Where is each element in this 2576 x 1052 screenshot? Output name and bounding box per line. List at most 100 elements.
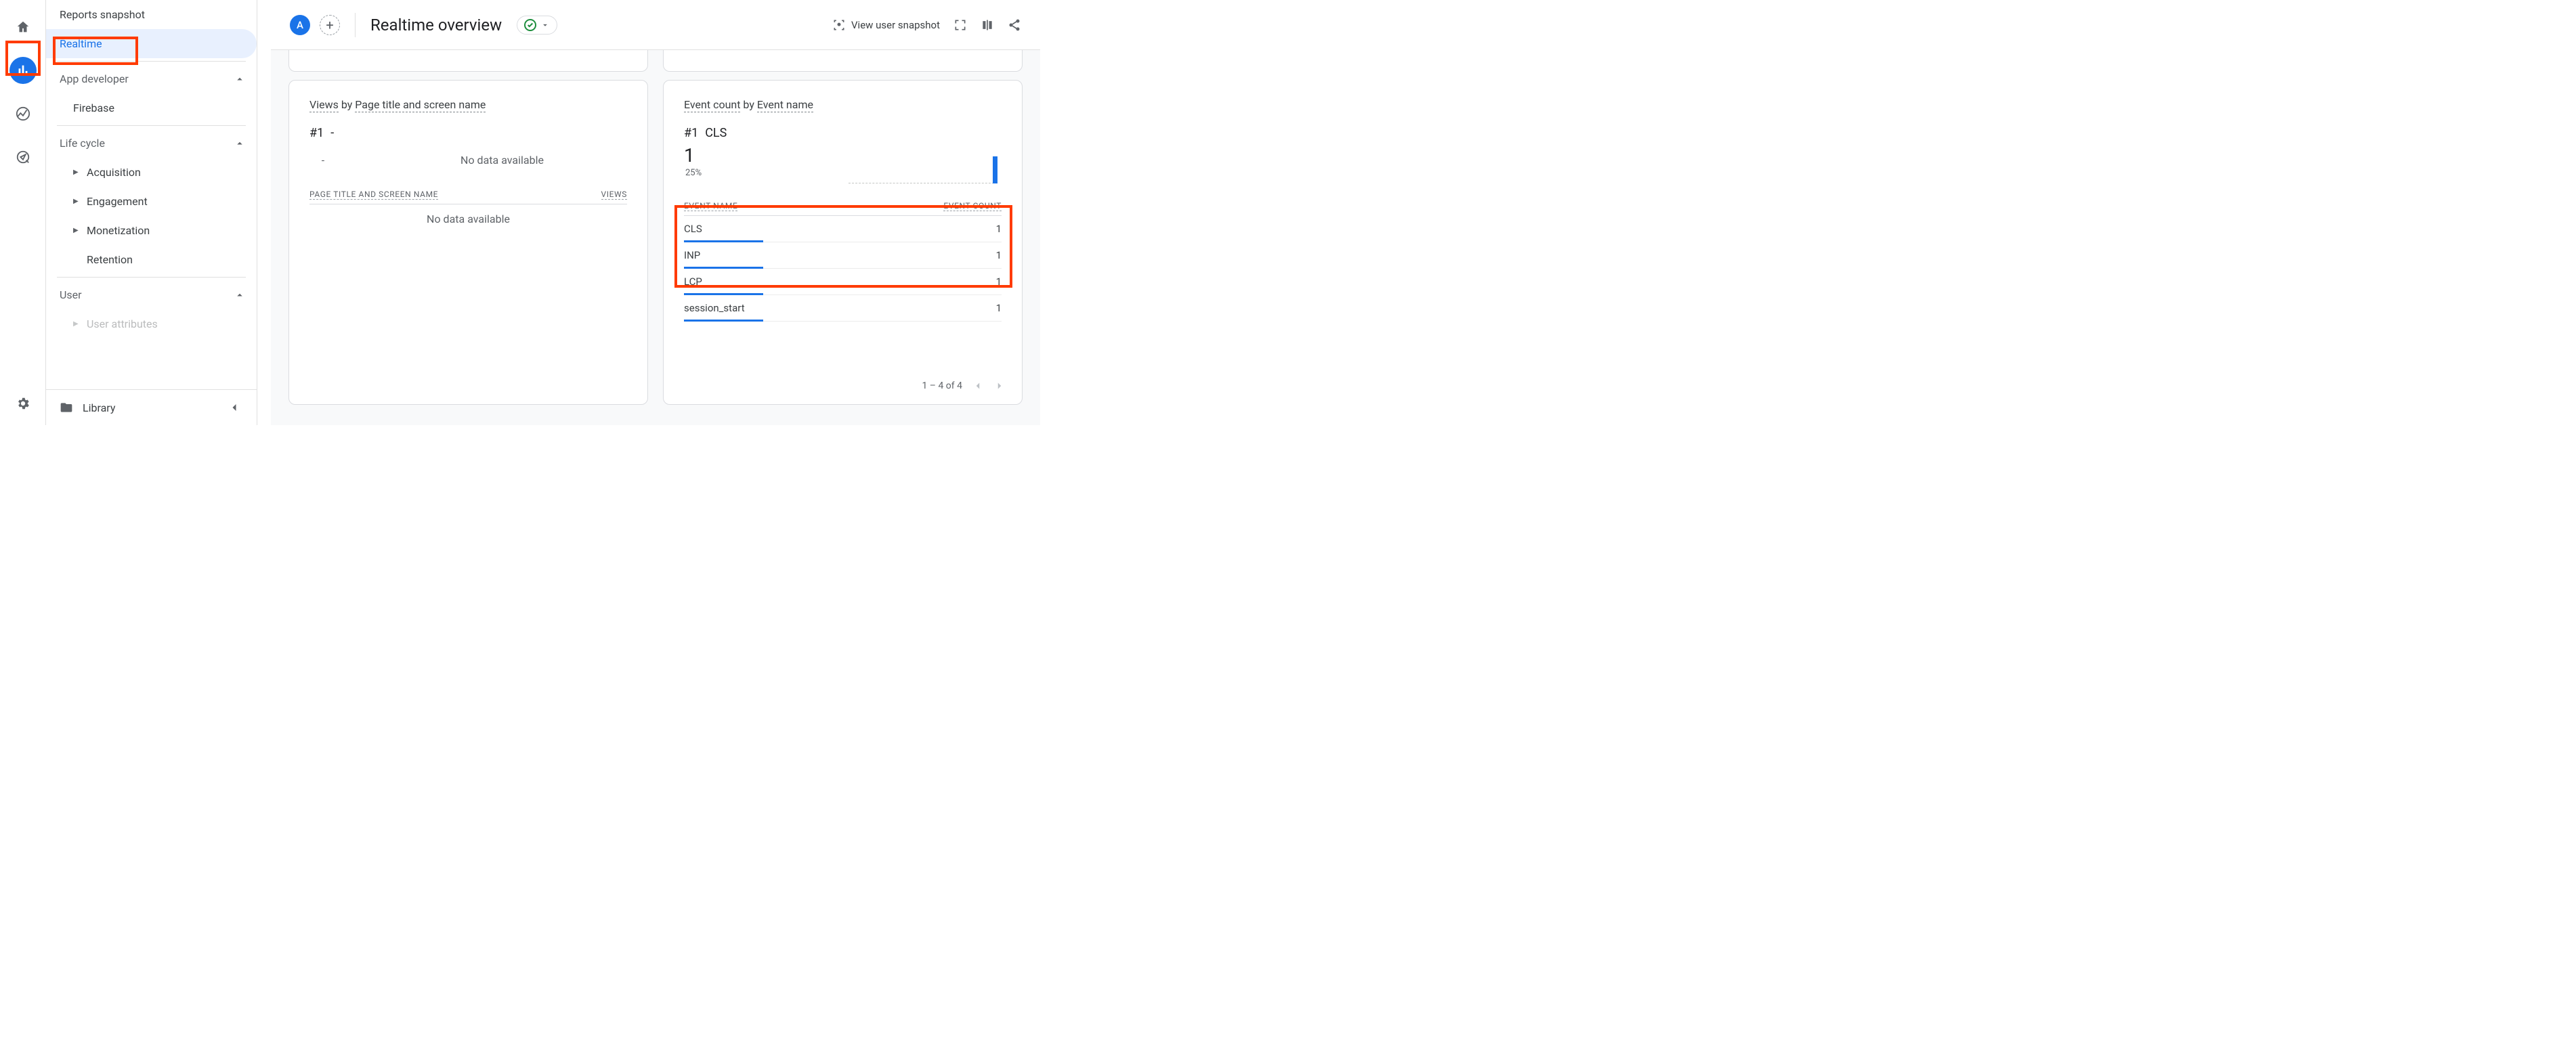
chevron-left-icon[interactable]: [972, 380, 984, 392]
card-title: Views by Page title and screen name: [309, 98, 627, 111]
section-label: User: [60, 288, 82, 301]
share-button[interactable]: [1008, 18, 1021, 32]
divider: [355, 13, 356, 37]
caret-right-icon: ▶: [73, 169, 80, 176]
table-col-header: EVENT COUNT: [943, 201, 1002, 211]
views-table: PAGE TITLE AND SCREEN NAME VIEWS No data…: [309, 185, 627, 238]
status-dropdown[interactable]: [517, 16, 557, 35]
event-name: CLS: [684, 223, 702, 235]
sidebar-item-retention[interactable]: ▶ Retention: [46, 245, 257, 274]
folder-icon: [60, 401, 73, 414]
nav-rail: [0, 0, 46, 425]
chevron-up-icon: [234, 73, 246, 85]
title-joiner: by: [341, 98, 355, 111]
sidebar-item-label: Engagement: [87, 195, 148, 208]
event-count: 1: [996, 302, 1002, 314]
reports-icon[interactable]: [9, 57, 37, 84]
chevron-up-icon: [234, 137, 246, 150]
caret-right-icon: ▶: [73, 320, 80, 328]
rank-value: CLS: [705, 126, 727, 140]
card-row-stubs: [271, 50, 1040, 80]
plus-icon: +: [326, 17, 333, 33]
compare-icon: [981, 18, 994, 32]
compare-button[interactable]: [981, 18, 994, 32]
no-data-message: No data available: [309, 204, 627, 238]
explore-icon[interactable]: [9, 100, 37, 127]
main-content: A + Realtime overview View user snapshot: [271, 0, 1040, 425]
table-row[interactable]: session_start1: [684, 295, 1002, 322]
sidebar-item-label: User attributes: [87, 317, 158, 330]
sidebar-item-acquisition[interactable]: ▶ Acquisition: [46, 158, 257, 187]
segment-chip[interactable]: A: [290, 15, 310, 35]
dimension-name[interactable]: Event name: [757, 98, 813, 112]
event-name: LCP: [684, 276, 702, 288]
sidebar-item-monetization[interactable]: ▶ Monetization: [46, 216, 257, 245]
pager-label: 1 – 4 of 4: [922, 380, 962, 391]
sidebar-item-firebase[interactable]: Firebase: [46, 93, 257, 123]
reports-sidebar: Reports snapshot Realtime App developer …: [46, 0, 257, 425]
sidebar-item-label: Reports snapshot: [60, 8, 145, 21]
event-count: 1: [996, 223, 1002, 235]
button-label: View user snapshot: [851, 19, 940, 31]
divider: [57, 61, 246, 62]
page-title: Realtime overview: [370, 16, 502, 35]
sidebar-item-label: Monetization: [87, 224, 150, 237]
chevron-up-icon: [234, 289, 246, 301]
sub-dash: -: [309, 154, 337, 167]
topbar: A + Realtime overview View user snapshot: [271, 0, 1040, 50]
pager: 1 – 4 of 4: [664, 368, 1022, 404]
section-label: Life cycle: [60, 137, 105, 150]
caret-right-icon: ▶: [73, 227, 80, 234]
settings-icon[interactable]: [9, 390, 37, 417]
section-app-developer[interactable]: App developer: [46, 64, 257, 93]
title-joiner: by: [743, 98, 756, 111]
table-row[interactable]: CLS 1: [684, 216, 1002, 242]
home-icon[interactable]: [9, 14, 37, 41]
event-count: 1: [996, 249, 1002, 261]
collapse-sidebar-button[interactable]: [221, 394, 248, 421]
add-comparison-button[interactable]: +: [320, 15, 340, 35]
section-user[interactable]: User: [46, 280, 257, 309]
user-focus-icon: [832, 18, 846, 32]
chevron-right-icon[interactable]: [993, 380, 1006, 392]
share-icon: [1008, 18, 1021, 32]
rank-label: #1: [684, 126, 698, 140]
sidebar-item-engagement[interactable]: ▶ Engagement: [46, 187, 257, 216]
rank-value: -: [330, 126, 334, 140]
metric-name[interactable]: Event count: [684, 98, 740, 112]
table-col-header: EVENT NAME: [684, 201, 737, 211]
card-stub: [663, 50, 1023, 72]
sidebar-item-realtime[interactable]: Realtime: [46, 29, 257, 58]
rank-row: #1 -: [309, 126, 627, 140]
dimension-name[interactable]: Page title and screen name: [355, 98, 486, 112]
metric-name[interactable]: Views: [309, 98, 339, 112]
sidebar-item-user-attributes[interactable]: ▶ User attributes: [46, 309, 257, 338]
card-stub: [288, 50, 648, 72]
fullscreen-button[interactable]: [953, 18, 967, 32]
table-row[interactable]: INP 1: [684, 242, 1002, 269]
rank-label: #1: [309, 126, 324, 140]
sidebar-item-label: Firebase: [73, 102, 114, 114]
library-label: Library: [83, 401, 115, 414]
event-count: 1: [996, 276, 1002, 288]
sidebar-item-reports-snapshot[interactable]: Reports snapshot: [46, 0, 257, 29]
sidebar-item-label: Realtime: [60, 37, 102, 50]
row-bar: [684, 320, 763, 322]
caret-right-icon: ▶: [73, 198, 80, 205]
table-row[interactable]: LCP 1: [684, 269, 1002, 295]
view-user-snapshot-button[interactable]: View user snapshot: [832, 18, 940, 32]
no-data-message: No data available: [377, 154, 627, 167]
views-card: Views by Page title and screen name #1 -…: [288, 80, 648, 405]
event-name: INP: [684, 249, 700, 261]
chevron-left-icon: [228, 401, 241, 414]
chevron-down-icon: [540, 20, 550, 30]
advertising-icon[interactable]: [9, 144, 37, 171]
table-col-header: PAGE TITLE AND SCREEN NAME: [309, 190, 438, 200]
divider: [57, 125, 246, 126]
fullscreen-icon: [953, 18, 967, 32]
section-life-cycle[interactable]: Life cycle: [46, 129, 257, 158]
events-table: EVENT NAME EVENT COUNT CLS1INP1LCP1sessi…: [684, 197, 1002, 322]
segment-letter: A: [297, 19, 303, 31]
check-circle-icon: [524, 19, 536, 31]
events-card: Event count by Event name #1 CLS 1 25% E…: [663, 80, 1023, 405]
